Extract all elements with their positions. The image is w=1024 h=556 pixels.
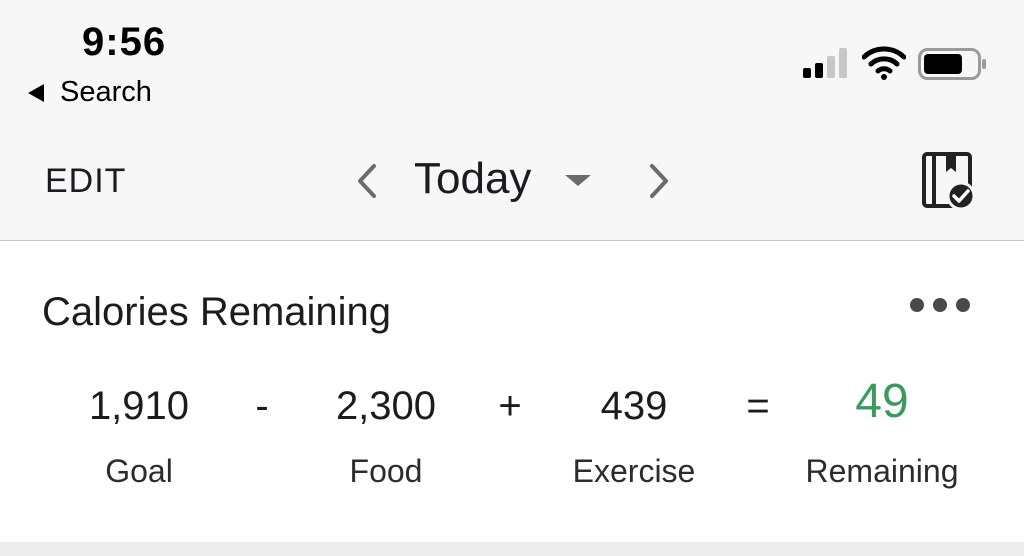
remaining-value: 49 — [855, 375, 909, 428]
more-options-icon[interactable] — [910, 298, 970, 312]
exercise-value: 439 — [600, 384, 668, 428]
back-label: Search — [60, 76, 152, 108]
status-time: 9:56 — [82, 20, 167, 64]
section-divider — [0, 542, 1024, 556]
exercise-label: Exercise — [572, 453, 696, 489]
calories-remaining-card: Calories Remaining 1,910 Goal - 2,300 Fo… — [0, 242, 1024, 542]
cellular-signal-icon — [803, 48, 847, 78]
food-label: Food — [349, 453, 423, 489]
goal-value: 1,910 — [88, 384, 190, 428]
wifi-icon — [862, 46, 906, 80]
equals-operator: = — [746, 384, 770, 428]
back-to-search-link[interactable]: Search — [28, 76, 152, 109]
minus-operator: - — [255, 384, 269, 428]
food-value: 2,300 — [335, 384, 437, 428]
card-title: Calories Remaining — [42, 290, 392, 334]
header-area: 9:56 Search EDIT Today — [0, 0, 1024, 241]
back-arrow-icon — [28, 83, 44, 102]
edit-button[interactable]: EDIT — [45, 162, 126, 201]
goal-label: Goal — [105, 453, 173, 489]
chevron-left-icon[interactable] — [354, 162, 380, 200]
date-selector[interactable]: Today — [414, 154, 531, 204]
remaining-label: Remaining — [805, 453, 959, 489]
battery-icon — [918, 48, 986, 80]
diary-complete-icon[interactable] — [919, 152, 979, 212]
caret-down-icon[interactable] — [565, 175, 591, 186]
plus-operator: + — [498, 384, 522, 428]
chevron-right-icon[interactable] — [646, 162, 672, 200]
